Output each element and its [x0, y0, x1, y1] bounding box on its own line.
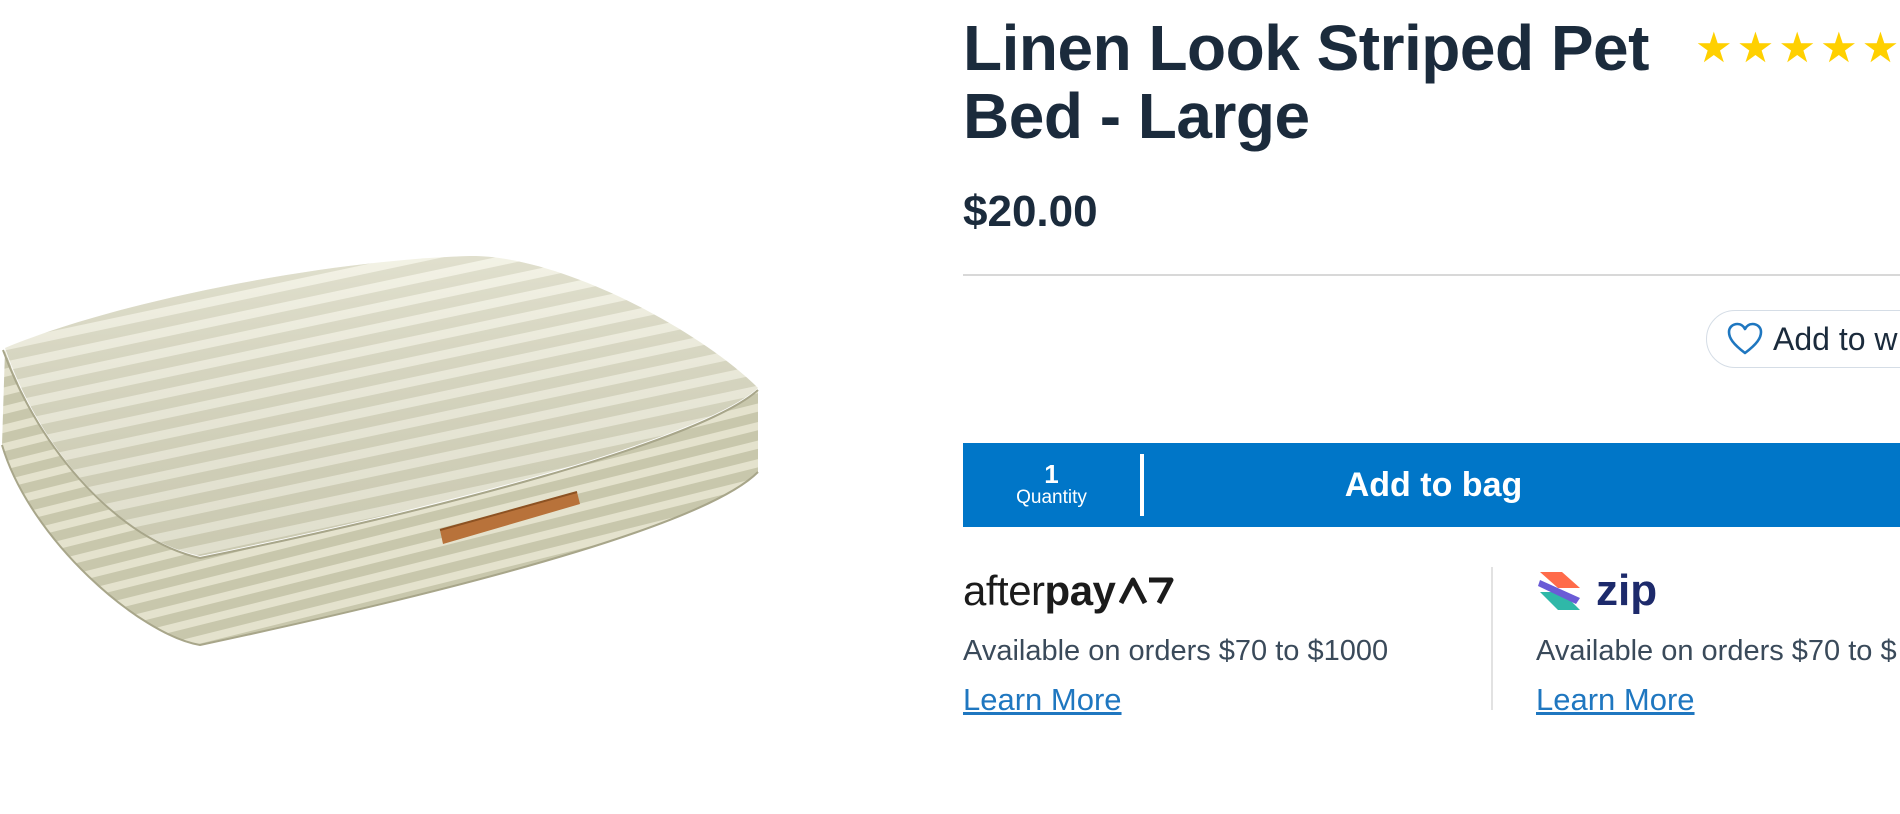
star-icon: ★: [1778, 24, 1816, 71]
wishlist-label: Add to w: [1773, 320, 1898, 357]
add-to-wishlist-button[interactable]: Add to w: [1706, 310, 1900, 368]
star-icon: ★: [1861, 24, 1900, 71]
zip-block: zip Available on orders $70 to $ Learn M…: [1536, 566, 1897, 718]
zip-availability: Available on orders $70 to $: [1536, 635, 1897, 667]
divider: [963, 274, 1900, 276]
product-price: $20.00: [963, 187, 1098, 236]
quantity-selector[interactable]: 1 Quantity: [963, 443, 1140, 527]
zip-learn-more-link[interactable]: Learn More: [1536, 682, 1695, 718]
star-icon: ★: [1736, 24, 1775, 71]
product-image[interactable]: [0, 240, 770, 660]
star-icon: ★: [1695, 24, 1733, 71]
pet-bed-image: [1, 255, 759, 647]
star-icon: ★: [1819, 24, 1858, 71]
afterpay-learn-more-link[interactable]: Learn More: [963, 682, 1122, 718]
heart-icon: [1727, 322, 1763, 355]
payment-divider: [1491, 567, 1493, 710]
afterpay-availability: Available on orders $70 to $1000: [963, 635, 1389, 667]
zip-mark-icon: [1538, 572, 1580, 610]
afterpay-arrows-icon: [1119, 577, 1174, 605]
afterpay-block: after pay Available on orders $70 to $100…: [963, 568, 1388, 718]
zip-logo: zip: [1536, 566, 1897, 615]
product-title: Linen Look Striped Pet Bed - Large: [963, 12, 1649, 152]
rating-stars[interactable]: ★ ★ ★ ★ ★: [1695, 20, 1899, 76]
add-to-bag-button[interactable]: Add to bag: [1144, 443, 1900, 527]
quantity-label: Quantity: [1016, 487, 1087, 508]
quantity-value: 1: [1044, 459, 1059, 489]
purchase-bar: 1 Quantity Add to bag: [963, 443, 1900, 527]
product-page: Linen Look Striped Pet Bed - Large ★ ★ ★…: [0, 0, 1900, 814]
afterpay-logo: after pay: [963, 568, 1388, 614]
